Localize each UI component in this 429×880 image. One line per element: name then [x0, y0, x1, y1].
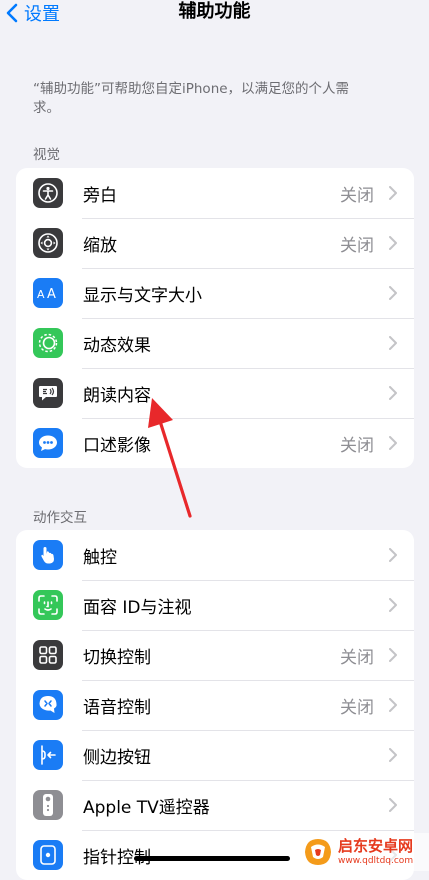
- chevron-right-icon: [389, 748, 397, 762]
- annotation-arrow-icon: [148, 398, 192, 518]
- section-header-interaction: 动作交互: [33, 510, 87, 526]
- intro-description: “辅助功能”可帮助您自定iPhone，以满足您的个人需求。: [33, 81, 350, 116]
- pointer-control-icon: [33, 840, 63, 870]
- row-face-id-attention[interactable]: 面容 ID与注视: [16, 580, 414, 630]
- apple-tv-remote-icon: [33, 790, 63, 820]
- row-switch-control[interactable]: 切换控制 关闭: [16, 630, 414, 680]
- watermark-logo-icon: [305, 839, 331, 865]
- row-value: 关闭: [340, 235, 374, 256]
- voiceover-icon: [33, 178, 63, 208]
- section-header-vision: 视觉: [33, 147, 60, 163]
- audio-description-icon: [33, 428, 63, 458]
- zoom-icon: [33, 228, 63, 258]
- page-title: 辅助功能: [178, 1, 251, 22]
- row-apple-tv-remote[interactable]: Apple TV遥控器: [16, 780, 414, 830]
- watermark-title: 启东安卓网: [338, 836, 414, 855]
- row-voiceover[interactable]: 旁白 关闭: [16, 168, 414, 218]
- watermark: 启东安卓网 www.qdltdq.com: [300, 833, 429, 871]
- row-label: 切换控制: [83, 647, 151, 668]
- svg-text:A: A: [37, 288, 45, 301]
- motion-icon: [33, 328, 63, 358]
- chevron-right-icon: [389, 698, 397, 712]
- chevron-right-icon: [389, 386, 397, 400]
- row-label: 侧边按钮: [83, 747, 151, 768]
- row-label: Apple TV遥控器: [83, 797, 210, 818]
- chevron-right-icon: [389, 798, 397, 812]
- row-label: 面容 ID与注视: [83, 597, 192, 618]
- side-button-icon: [33, 740, 63, 770]
- home-indicator: [134, 856, 290, 861]
- row-voice-control[interactable]: 语音控制 关闭: [16, 680, 414, 730]
- row-label: 显示与文字大小: [83, 285, 202, 306]
- row-motion[interactable]: 动态效果: [16, 318, 414, 368]
- chevron-right-icon: [389, 336, 397, 350]
- svg-text:A: A: [47, 287, 56, 301]
- row-label: 缩放: [83, 235, 117, 256]
- voice-control-icon: [33, 690, 63, 720]
- row-value: 关闭: [340, 435, 374, 456]
- interaction-group: 触控 面容 ID与注视 切换控制 关闭 语音控制 关闭 侧边按钮 Apple T…: [16, 530, 414, 880]
- row-label: 旁白: [83, 185, 117, 206]
- row-audio-description[interactable]: 口述影像 关闭: [16, 418, 414, 468]
- row-label: 语音控制: [83, 697, 151, 718]
- row-label: 动态效果: [83, 335, 151, 356]
- row-value: 关闭: [340, 185, 374, 206]
- row-display-text-size[interactable]: A A 显示与文字大小: [16, 268, 414, 318]
- navigation-bar: 设置 辅助功能: [0, 0, 429, 32]
- switch-control-icon: [33, 640, 63, 670]
- chevron-right-icon: [389, 436, 397, 450]
- row-label: 触控: [83, 547, 117, 568]
- row-label: 指针控制: [83, 847, 151, 868]
- touch-icon: [33, 540, 63, 570]
- watermark-url: www.qdltdq.com: [338, 855, 414, 866]
- chevron-right-icon: [389, 648, 397, 662]
- row-value: 关闭: [340, 697, 374, 718]
- row-touch[interactable]: 触控: [16, 530, 414, 580]
- row-zoom[interactable]: 缩放 关闭: [16, 218, 414, 268]
- chevron-right-icon: [389, 186, 397, 200]
- chevron-right-icon: [389, 286, 397, 300]
- row-spoken-content[interactable]: 朗读内容: [16, 368, 414, 418]
- row-value: 关闭: [340, 647, 374, 668]
- chevron-right-icon: [389, 548, 397, 562]
- face-id-icon: [33, 590, 63, 620]
- text-size-icon: A A: [33, 278, 63, 308]
- chevron-right-icon: [389, 236, 397, 250]
- vision-group: 旁白 关闭 缩放 关闭 A A 显示与文字大小 动态效果 朗读内容 口述影像 关…: [16, 168, 414, 468]
- spoken-content-icon: [33, 378, 63, 408]
- row-side-button[interactable]: 侧边按钮: [16, 730, 414, 780]
- chevron-right-icon: [389, 598, 397, 612]
